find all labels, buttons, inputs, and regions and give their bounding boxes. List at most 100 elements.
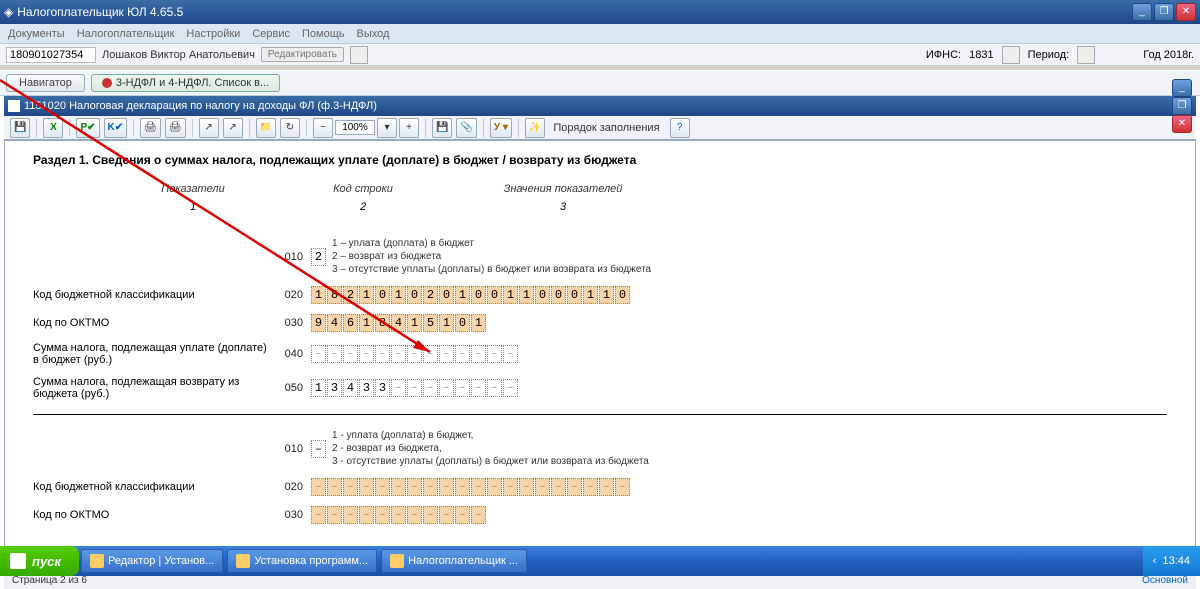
colnum-3: 3	[413, 201, 713, 213]
r030-label: Код по ОКТМО	[33, 317, 273, 329]
zoom-input[interactable]	[335, 120, 375, 135]
close-button[interactable]: ✕	[1176, 3, 1196, 21]
edit-button[interactable]: Редактировать	[261, 47, 344, 62]
colnum-2: 2	[313, 201, 413, 213]
r010: 010 2 1 – уплата (доплата) в бюджет 2 – во…	[33, 237, 1167, 276]
year-value: Год 2018г.	[1143, 49, 1194, 61]
r010-cell[interactable]: 2	[311, 248, 326, 266]
r020-cells[interactable]: 18210102010011000110	[311, 286, 630, 304]
windows-logo-icon	[10, 553, 26, 569]
square-button[interactable]	[350, 46, 368, 64]
navigator-button[interactable]: Навигатор	[6, 74, 85, 92]
task-icon-0	[90, 554, 104, 568]
r020b-code: 020	[273, 481, 303, 493]
r040-label: Сумма налога, подлежащая уплате (доплате…	[33, 342, 273, 366]
toolbar-save2-icon[interactable]: 💾	[432, 118, 452, 138]
toolbar-print-icon[interactable]: 🖨	[140, 118, 161, 138]
system-tray[interactable]: ‹ 13:44	[1143, 546, 1200, 576]
r020-code: 020	[273, 289, 303, 301]
task-icon-2	[390, 554, 404, 568]
r040-cells[interactable]: –––––––––––––	[311, 345, 518, 363]
colhead-2: Код строки	[313, 183, 413, 195]
toolbar-help-icon[interactable]: ?	[670, 118, 690, 138]
r020b-cells[interactable]: ––––––––––––––––––––	[311, 478, 630, 496]
taxpayer-id-input[interactable]	[6, 47, 96, 63]
doc-maximize-button[interactable]: ❐	[1172, 97, 1192, 115]
doc-titlebar: 1151020 Налоговая декларация по налогу н…	[4, 96, 1196, 116]
r010-code: 010	[273, 251, 303, 263]
toolbar-excel-icon[interactable]: X	[43, 118, 63, 138]
colhead-1: Показатели	[73, 183, 313, 195]
toolbar-folder-icon[interactable]: 📁	[256, 118, 276, 138]
colhead-3: Значения показателей	[413, 183, 713, 195]
toolbar-save-icon[interactable]: 💾	[10, 118, 30, 138]
minimize-button[interactable]: _	[1132, 3, 1152, 21]
task-2[interactable]: Налогоплательщик ...	[381, 549, 527, 573]
toolbar-attach-icon[interactable]: 📎	[456, 118, 476, 138]
mode-indicator: Основной	[1142, 575, 1188, 586]
r030b-code: 030	[273, 509, 303, 521]
zoom-dropdown-button[interactable]: ▾	[377, 118, 397, 138]
toolbar-export-icon[interactable]: ↗	[199, 118, 219, 138]
r010b-legend: 1 - уплата (доплата) в бюджет, 2 - возвр…	[332, 429, 649, 468]
ifns-button[interactable]	[1002, 46, 1020, 64]
order-link[interactable]: Порядок заполнения	[553, 122, 659, 134]
menu-documents[interactable]: Документы	[8, 28, 65, 40]
toolbar-k-button[interactable]: K✔	[104, 118, 128, 138]
menu-service[interactable]: Сервис	[252, 28, 290, 40]
taskbar: пуск Редактор | Установ...Установка прог…	[0, 546, 1200, 576]
ifns-value: 1831	[969, 49, 993, 61]
r020b-label: Код бюджетной классификации	[33, 481, 273, 493]
period-button[interactable]	[1077, 46, 1095, 64]
toolbar-export2-icon[interactable]: ↗	[223, 118, 243, 138]
zoom-out-button[interactable]: −	[313, 118, 333, 138]
toolbar-print2-icon[interactable]: 🖨	[165, 118, 186, 138]
ndfl-icon	[102, 78, 112, 88]
r030-code: 030	[273, 317, 303, 329]
doc-minimize-button[interactable]: _	[1172, 79, 1192, 97]
r040: Сумма налога, подлежащая уплате (доплате…	[33, 342, 1167, 366]
period-label: Период:	[1028, 49, 1070, 61]
ndfl-tab[interactable]: 3-НДФЛ и 4-НДФЛ. Список в...	[91, 74, 280, 92]
r010b-cell[interactable]: –	[311, 440, 326, 458]
doc-title: 1151020 Налоговая декларация по налогу н…	[24, 100, 377, 112]
toolbar-y-button[interactable]: У ▾	[490, 118, 512, 138]
clock: 13:44	[1162, 555, 1190, 567]
app-icon: ◈	[4, 5, 13, 19]
menu-settings[interactable]: Настройки	[186, 28, 240, 40]
r020b: Код бюджетной классификации020 ––––––––––…	[33, 478, 1167, 496]
task-1[interactable]: Установка программ...	[227, 549, 377, 573]
r030b-cells[interactable]: –––––––––––	[311, 506, 486, 524]
start-label: пуск	[32, 554, 61, 569]
section-title: Раздел 1. Сведения о суммах налога, подл…	[33, 153, 1167, 167]
app-titlebar: ◈ Налогоплательщик ЮЛ 4.65.5 _ ❐ ✕	[0, 0, 1200, 24]
r030: Код по ОКТМО030 94618415101	[33, 314, 1167, 332]
r010-legend: 1 – уплата (доплата) в бюджет 2 – возвра…	[332, 237, 651, 276]
r010b-code: 010	[273, 443, 303, 455]
maximize-button[interactable]: ❐	[1154, 3, 1174, 21]
colnum-1: 1	[73, 201, 313, 213]
nav-row: Навигатор 3-НДФЛ и 4-НДФЛ. Список в...	[0, 70, 1200, 96]
menu-taxpayer[interactable]: Налогоплательщик	[77, 28, 175, 40]
task-icon-1	[236, 554, 250, 568]
toolbar-refresh-icon[interactable]: ↻	[280, 118, 300, 138]
menu-exit[interactable]: Выход	[357, 28, 390, 40]
r050: Сумма налога, подлежащая возврату из бюд…	[33, 376, 1167, 400]
start-button[interactable]: пуск	[0, 546, 79, 576]
taxpayer-name: Лошаков Виктор Анатольевич	[102, 49, 255, 61]
r050-cells[interactable]: 13433––––––––	[311, 379, 518, 397]
zoom-in-button[interactable]: +	[399, 118, 419, 138]
menubar: Документы Налогоплательщик Настройки Сер…	[0, 24, 1200, 44]
r050-code: 050	[273, 382, 303, 394]
r030b: Код по ОКТМО030–––––––––––	[33, 506, 1167, 524]
r020-label: Код бюджетной классификации	[33, 289, 273, 301]
r030-cells[interactable]: 94618415101	[311, 314, 486, 332]
task-0[interactable]: Редактор | Установ...	[81, 549, 223, 573]
toolbar-p-button[interactable]: P✔	[76, 118, 99, 138]
doc-body[interactable]: Раздел 1. Сведения о суммах налога, подл…	[4, 140, 1196, 549]
doc-close-button[interactable]: ✕	[1172, 115, 1192, 133]
doc-icon	[8, 100, 20, 112]
menu-help[interactable]: Помощь	[302, 28, 345, 40]
ndfl-tab-label: 3-НДФЛ и 4-НДФЛ. Список в...	[116, 77, 269, 89]
toolbar-wand-icon[interactable]: ✨	[525, 118, 545, 138]
